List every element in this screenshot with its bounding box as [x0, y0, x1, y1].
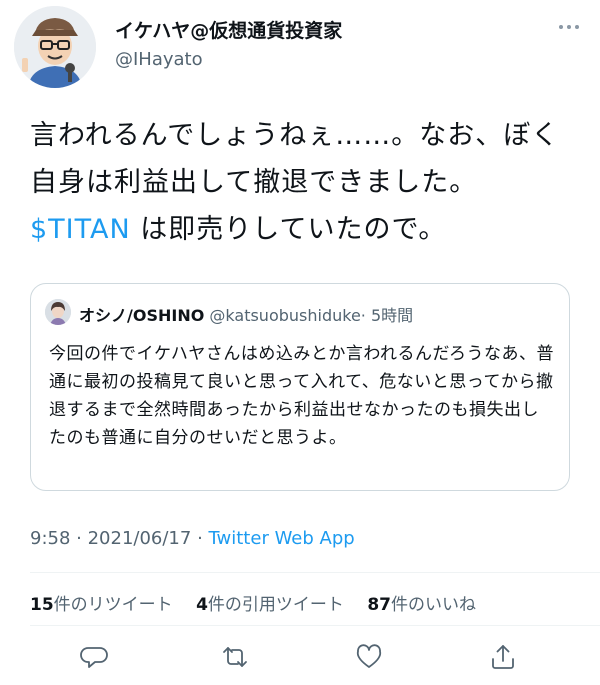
tweet-actions	[0, 638, 600, 678]
author-display-name[interactable]: イケハヤ@仮想通貨投資家	[115, 16, 342, 43]
likes-label: 件のいいね	[391, 595, 476, 615]
author-avatar[interactable]	[14, 6, 96, 88]
quoted-handle: @katsuobushiduke	[209, 306, 361, 325]
retweets-count: 15	[30, 595, 54, 615]
reply-icon[interactable]	[80, 642, 110, 672]
meta-separator: ·	[70, 528, 88, 549]
tweet-stats: 15件のリツイート 4件の引用ツイート 87件のいいね	[30, 590, 494, 615]
tweet-meta: 9:58 · 2021/06/17 · Twitter Web App	[30, 528, 355, 549]
quotes-stat[interactable]: 4件の引用ツイート	[196, 595, 344, 615]
tweet-text-part1: 言われるんでしょうねぇ……。なお、ぼく自身は利益出して撤退できました。	[30, 120, 560, 198]
divider	[30, 625, 600, 626]
likes-count: 87	[367, 595, 391, 615]
quoted-tweet[interactable]: オシノ/OSHINO @katsuobushiduke· 5時間 今回の件でイケ…	[30, 283, 570, 491]
author-handle[interactable]: @IHayato	[115, 49, 203, 70]
tweet-text: 言われるんでしょうねぇ……。なお、ぼく自身は利益出して撤退できました。 $TITA…	[30, 112, 575, 253]
tweet-time[interactable]: 9:58	[30, 528, 70, 549]
quoted-avatar	[45, 299, 71, 325]
quoted-time: · 5時間	[360, 306, 414, 325]
quotes-count: 4	[196, 595, 208, 615]
divider	[30, 572, 600, 573]
quotes-label: 件の引用ツイート	[207, 595, 344, 615]
meta-separator: ·	[191, 528, 209, 549]
tweet-date[interactable]: 2021/06/17	[88, 528, 192, 549]
tweet-source-app[interactable]: Twitter Web App	[209, 528, 355, 549]
share-icon[interactable]	[488, 642, 518, 672]
quoted-text: 今回の件でイケハヤさんはめ込みとか言われるんだろうなあ、普通に最初の投稿見て良い…	[49, 344, 554, 448]
more-icon[interactable]	[556, 20, 582, 34]
cashtag-link[interactable]: $TITAN	[30, 214, 131, 245]
heart-icon[interactable]	[354, 642, 384, 672]
tweet-header: イケハヤ@仮想通貨投資家 @IHayato	[0, 0, 600, 100]
likes-stat[interactable]: 87件のいいね	[367, 595, 476, 615]
tweet-text-part2: は即売りしていたので。	[130, 214, 447, 245]
quoted-display-name: オシノ/OSHINO	[79, 306, 205, 325]
retweets-stat[interactable]: 15件のリツイート	[30, 595, 173, 615]
retweets-label: 件のリツイート	[53, 595, 173, 615]
quoted-header: オシノ/OSHINO @katsuobushiduke· 5時間	[79, 302, 413, 326]
retweet-icon[interactable]	[220, 642, 250, 672]
